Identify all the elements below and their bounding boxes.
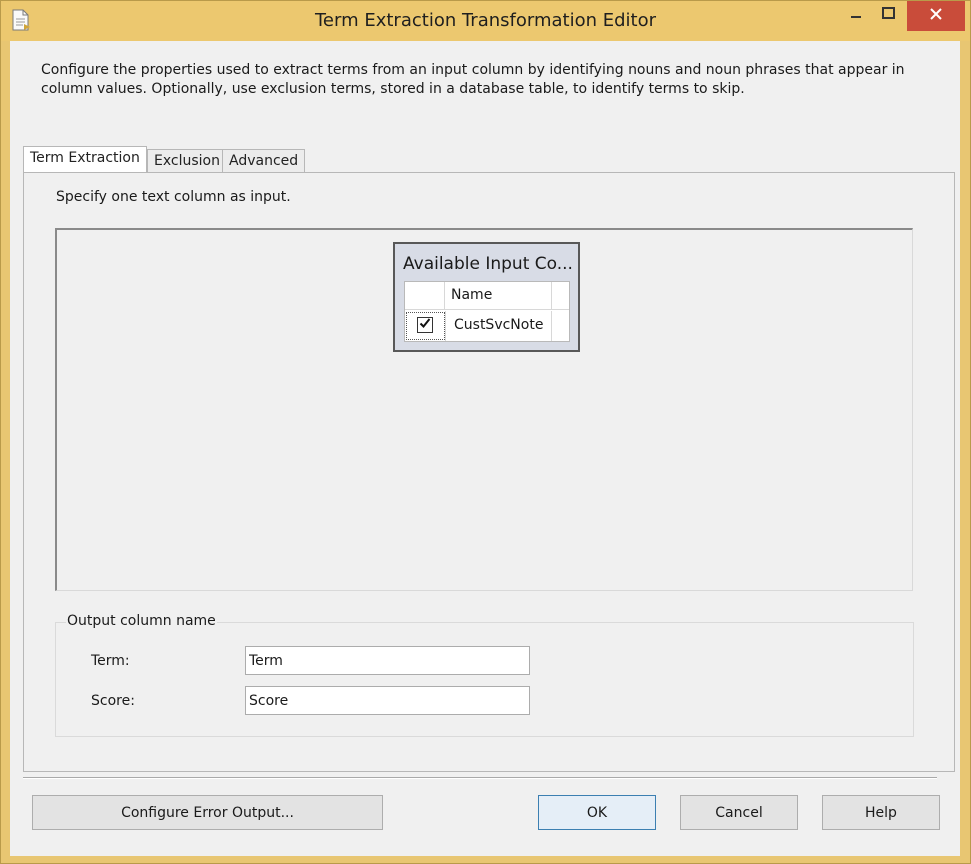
term-label: Term: <box>91 653 130 669</box>
available-input-title: Available Input Co... <box>403 254 573 274</box>
grid-header: Name <box>405 282 569 310</box>
term-extraction-panel: Specify one text column as input. Availa… <box>23 172 955 772</box>
editor-window: Term Extraction Transformation Editor Co… <box>0 0 971 864</box>
window-title: Term Extraction Transformation Editor <box>315 10 656 31</box>
minimize-icon <box>850 7 862 23</box>
divider <box>23 777 937 779</box>
output-column-name-group: Output column name Term: Score: <box>55 613 914 737</box>
title-bar[interactable]: Term Extraction Transformation Editor <box>1 1 970 41</box>
cancel-button[interactable]: Cancel <box>680 795 798 830</box>
score-label: Score: <box>91 693 135 709</box>
dialog-client-area: Configure the properties used to extract… <box>10 41 960 856</box>
close-icon <box>929 7 943 25</box>
checkmark-icon <box>419 317 431 333</box>
column-name-cell: CustSvcNote <box>454 317 544 333</box>
input-columns-grid: Name CustSvcNote <box>404 281 570 342</box>
tab-term-extraction[interactable]: Term Extraction <box>23 146 147 172</box>
custsvcnote-checkbox[interactable] <box>417 317 433 333</box>
close-button[interactable] <box>907 1 965 31</box>
input-columns-area: Available Input Co... Name CustSvcNote <box>55 228 913 591</box>
ok-button[interactable]: OK <box>538 795 656 830</box>
term-input[interactable] <box>245 646 530 675</box>
tab-exclusion[interactable]: Exclusion <box>147 149 227 173</box>
configure-error-output-button[interactable]: Configure Error Output... <box>32 795 383 830</box>
tab-advanced[interactable]: Advanced <box>222 149 306 173</box>
table-row: CustSvcNote <box>405 311 569 341</box>
minimize-button[interactable] <box>839 1 873 29</box>
maximize-button[interactable] <box>871 1 905 29</box>
available-input-columns-box[interactable]: Available Input Co... Name CustSvcNote <box>393 242 580 352</box>
help-button[interactable]: Help <box>822 795 940 830</box>
score-input[interactable] <box>245 686 530 715</box>
maximize-icon <box>881 7 895 23</box>
output-group-legend: Output column name <box>66 613 217 629</box>
dialog-description: Configure the properties used to extract… <box>41 62 905 97</box>
name-column-header[interactable]: Name <box>451 287 492 303</box>
input-instruction: Specify one text column as input. <box>56 189 291 205</box>
